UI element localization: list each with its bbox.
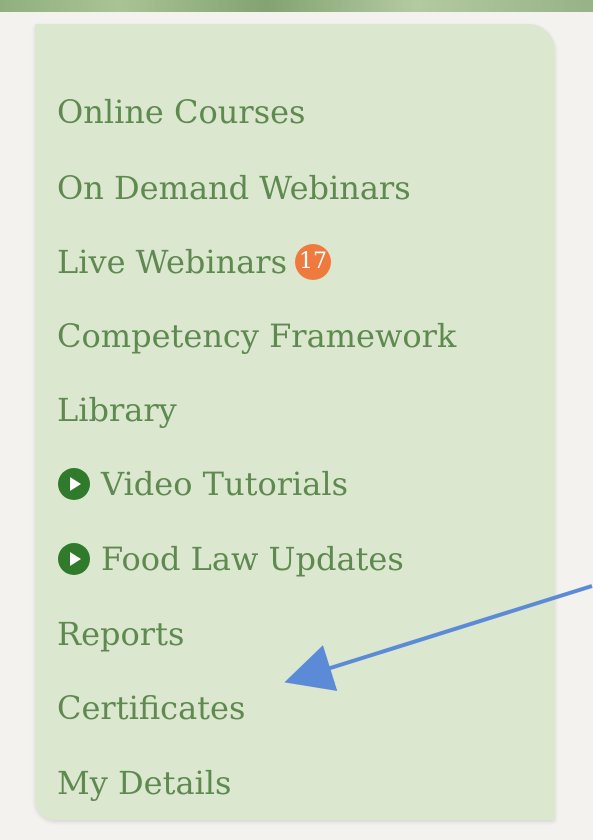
menu-item-label: On Demand Webinars <box>57 169 411 207</box>
menu-item-label: Certificates <box>57 689 246 727</box>
menu-item-label: Video Tutorials <box>101 465 348 503</box>
sidebar-menu: Online Courses On Demand Webinars Live W… <box>35 24 555 820</box>
menu-item-label: Library <box>57 391 177 429</box>
menu-item-on-demand-webinars[interactable]: On Demand Webinars <box>57 166 411 210</box>
menu-item-label: Reports <box>57 615 185 653</box>
menu-item-label: Live Webinars <box>57 243 288 281</box>
menu-item-label: Online Courses <box>57 93 306 131</box>
play-icon <box>57 542 91 576</box>
menu-item-competency-framework[interactable]: Competency Framework <box>57 314 456 358</box>
menu-item-label: Food Law Updates <box>101 540 404 578</box>
menu-item-food-law-updates[interactable]: Food Law Updates <box>57 537 404 581</box>
menu-item-reports[interactable]: Reports <box>57 612 184 656</box>
menu-item-certificates[interactable]: Certificates <box>57 686 245 730</box>
live-webinars-count-badge: 17 <box>295 244 332 280</box>
menu-item-video-tutorials[interactable]: Video Tutorials <box>57 462 348 506</box>
menu-item-my-details[interactable]: My Details <box>57 761 231 805</box>
menu-item-online-courses[interactable]: Online Courses <box>57 90 305 134</box>
menu-item-library[interactable]: Library <box>57 388 177 432</box>
header-image-strip <box>0 0 593 12</box>
menu-item-live-webinars[interactable]: Live Webinars 17 <box>57 240 332 284</box>
play-icon <box>57 467 91 501</box>
menu-item-label: My Details <box>57 764 232 802</box>
menu-item-label: Competency Framework <box>57 317 457 355</box>
